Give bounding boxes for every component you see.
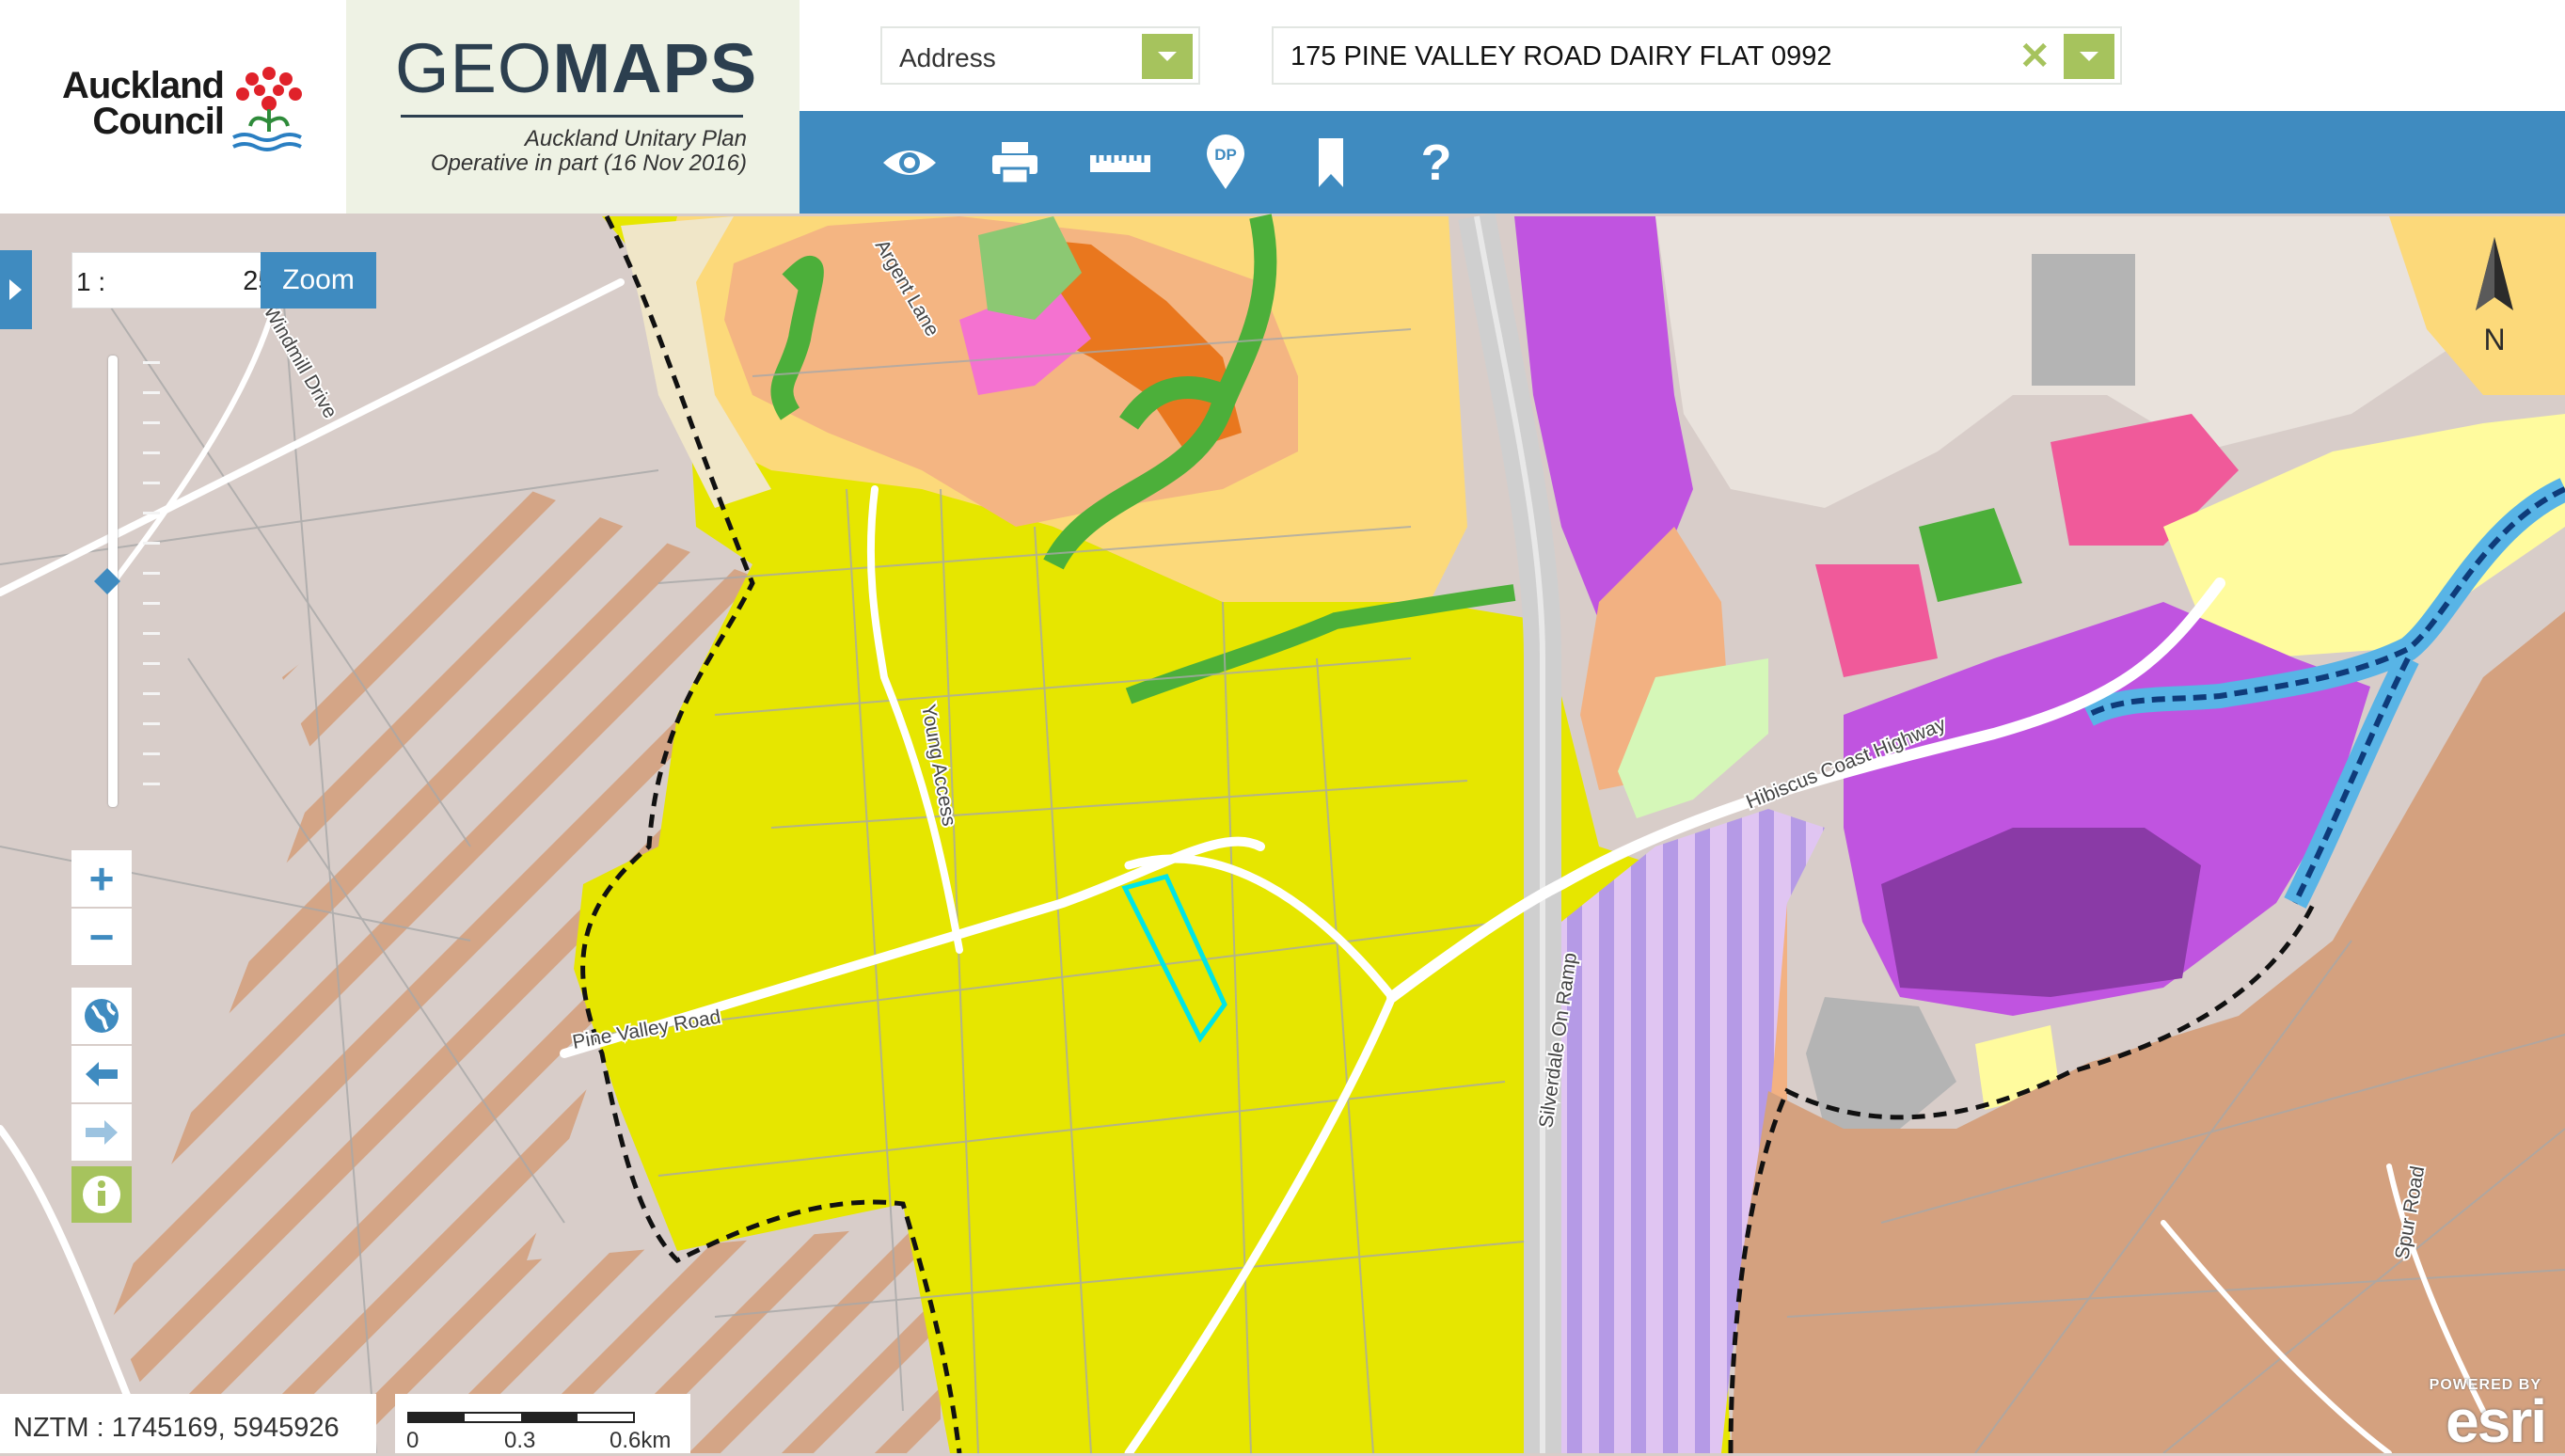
council-name: Auckland Council xyxy=(36,65,225,142)
info-icon xyxy=(83,1176,120,1213)
chevron-down-icon[interactable] xyxy=(2064,34,2114,79)
svg-text:N: N xyxy=(2483,323,2505,356)
search-type-value: Address xyxy=(899,43,996,72)
slider-tick xyxy=(143,361,160,364)
slider-tick xyxy=(143,451,160,454)
title-underline xyxy=(401,115,743,118)
dp-pin-icon: DP xyxy=(1207,135,1244,189)
panel-toggle-button[interactable] xyxy=(0,250,32,329)
slider-tick xyxy=(143,512,160,514)
slider-tick xyxy=(143,662,160,665)
dp-marker-tool[interactable]: DP xyxy=(1195,132,1257,194)
search-type-select[interactable]: Address xyxy=(880,26,1200,85)
printer-icon xyxy=(992,142,1037,185)
zoom-in-button[interactable]: + xyxy=(71,850,132,907)
slider-tick xyxy=(143,482,160,484)
coordinates-readout: NZTM : 1745169, 5945926 xyxy=(0,1394,376,1453)
grey-block xyxy=(2032,254,2135,386)
pohutukawa-flower-icon xyxy=(232,67,302,151)
bookmark-tool[interactable] xyxy=(1300,132,1362,194)
help-tool[interactable]: ? xyxy=(1405,132,1467,194)
arrow-right-icon xyxy=(86,1120,118,1145)
scale-bar: 0 0.3 0.6km xyxy=(395,1394,690,1453)
globe-icon xyxy=(85,999,119,1033)
council-name-line2: Council xyxy=(92,101,225,142)
geomaps-banner: GEOMAPS Auckland Unitary Plan Operative … xyxy=(346,0,800,214)
plan-status: Operative in part (16 Nov 2016) xyxy=(430,150,747,176)
scale-bar-label: 0.6km xyxy=(610,1428,672,1453)
eye-icon xyxy=(883,150,936,175)
question-mark-icon: ? xyxy=(1420,135,1452,191)
minus-icon: − xyxy=(88,912,115,961)
layer-visibility-tool[interactable] xyxy=(879,132,941,194)
zoom-out-button[interactable]: − xyxy=(71,909,132,965)
search-bar: Address ✕ xyxy=(800,0,2565,111)
measure-tool[interactable] xyxy=(1089,132,1151,194)
zoning-map[interactable]: Pine Valley Road Young Access Argent Lan… xyxy=(0,0,2565,1453)
slider-tick xyxy=(143,421,160,424)
north-arrow-icon: N xyxy=(2476,237,2513,356)
print-tool[interactable] xyxy=(984,132,1046,194)
north-arrow: N xyxy=(2455,235,2534,357)
slider-tick xyxy=(143,391,160,394)
app-title: GEOMAPS xyxy=(395,29,758,107)
slider-tick xyxy=(143,722,160,725)
brand-header: Auckland Council GEOMAPS Auckland Unitar… xyxy=(0,0,800,214)
bookmark-icon xyxy=(1319,138,1343,187)
next-extent-button[interactable] xyxy=(71,1104,132,1161)
slider-tick xyxy=(143,692,160,695)
zoom-button[interactable]: Zoom xyxy=(261,252,376,309)
identify-button[interactable] xyxy=(71,1166,132,1223)
full-extent-button[interactable] xyxy=(71,988,132,1044)
esri-logo[interactable]: POWERED BY esri xyxy=(2397,1375,2557,1455)
esri-wordmark: esri xyxy=(2446,1387,2547,1455)
arrow-left-icon xyxy=(86,1062,118,1086)
plus-icon: + xyxy=(88,854,115,903)
plan-name: Auckland Unitary Plan xyxy=(524,126,747,151)
slider-tick xyxy=(143,602,160,605)
scale-bar-label: 0 xyxy=(406,1428,420,1453)
map-toolbar: DP ? xyxy=(800,111,2565,214)
scale-bar-label: 0.3 xyxy=(504,1428,536,1453)
svg-text:DP: DP xyxy=(1214,146,1237,164)
previous-extent-button[interactable] xyxy=(71,1046,132,1102)
scale-prefix: 1 : xyxy=(76,267,106,296)
clear-icon[interactable]: ✕ xyxy=(2019,38,2050,75)
address-search[interactable]: ✕ xyxy=(1272,26,2122,85)
ruler-icon xyxy=(1090,155,1150,172)
slider-tick xyxy=(143,783,160,785)
slider-tick xyxy=(143,632,160,635)
slider-tick xyxy=(143,752,160,755)
coordinates-text: NZTM : 1745169, 5945926 xyxy=(13,1413,340,1443)
slider-thumb[interactable] xyxy=(94,568,120,594)
address-input[interactable] xyxy=(1290,36,2024,77)
slider-tick xyxy=(143,572,160,575)
zoom-slider[interactable] xyxy=(94,356,124,807)
chevron-down-icon[interactable] xyxy=(1142,34,1193,79)
auckland-council-logo[interactable]: Auckland Council xyxy=(0,0,347,214)
slider-tick xyxy=(143,542,160,545)
scale-bar-graphic xyxy=(407,1412,635,1423)
council-name-line1: Auckland xyxy=(61,65,225,106)
